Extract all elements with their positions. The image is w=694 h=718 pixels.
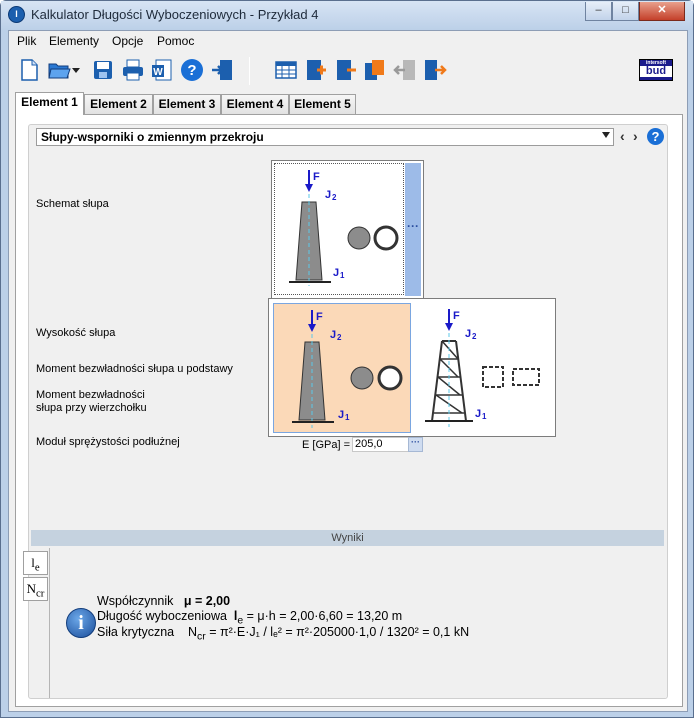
j1-subscript: 1 [482, 412, 487, 421]
j1-label: J [333, 267, 339, 279]
moment-wierzcholek-label-line2: słupa przy wierzchołku [36, 402, 147, 414]
wspolczynnik-value: μ = 2,00 [183, 594, 231, 608]
modul-unit-label: E [GPa] = [302, 439, 350, 451]
prev-button[interactable]: ‹ [620, 128, 625, 144]
moment-wierzcholek-label-line1: Moment bezwładności [36, 389, 145, 401]
exit-icon[interactable] [210, 58, 234, 82]
dropdown-arrow-icon [602, 132, 610, 138]
menu-plik[interactable]: Plik [17, 34, 36, 48]
force-label: F [316, 311, 323, 323]
j2-label: J [325, 189, 331, 201]
open-folder-icon[interactable] [47, 58, 71, 82]
element-group: Słupy-wsporniki o zmiennym przekroju ‹ ›… [23, 124, 668, 699]
sila-value: = π²·E·J₁ / lₑ² = π²·205000·1,0 / 1320² … [209, 625, 470, 639]
tab-ncr-main: N [26, 581, 36, 596]
new-file-icon[interactable] [17, 58, 41, 82]
wspolczynnik-label: Współczynnik [97, 594, 174, 608]
remove-element-icon[interactable] [333, 58, 357, 82]
svg-text:W: W [153, 67, 163, 78]
menu-opcje[interactable]: Opcje [112, 34, 143, 48]
toolbar-separator [249, 57, 250, 85]
back-icon[interactable] [393, 58, 417, 82]
tapered-column-diagram: F J 2 J 1 [289, 170, 399, 286]
save-icon[interactable] [91, 58, 115, 82]
j2-label: J [465, 328, 471, 340]
forward-icon[interactable] [423, 58, 447, 82]
results-header: Wyniki [31, 530, 664, 546]
j2-subscript: 2 [472, 332, 477, 341]
dlugosc-value: = μ·h = 2,00·6,60 = 13,20 m [243, 609, 403, 623]
schemat-label: Schemat słupa [36, 198, 109, 210]
menu-bar: Plik Elementy Opcje Pomoc [9, 31, 687, 51]
j2-label: J [330, 329, 336, 341]
tab-element-4[interactable]: Element 4 [221, 94, 289, 114]
table-icon[interactable] [274, 58, 298, 82]
result-dlugosc: Długość wyboczeniowa le = μ·h = 2,00·6,6… [97, 609, 402, 627]
results-panel: i Współczynnik μ = 2,00 Długość wyboczen… [49, 548, 666, 698]
solid-column-diagram: F J 2 J 1 [292, 310, 403, 428]
j1-subscript: 1 [340, 271, 345, 280]
window-title: Kalkulator Długości Wyboczeniowych - Prz… [31, 7, 319, 22]
dlugosc-label: Długość wyboczeniowa [97, 609, 227, 623]
element-tabs: Element 1 Element 2 Element 3 Element 4 … [15, 92, 685, 115]
tab-element-3[interactable]: Element 3 [153, 94, 221, 114]
toolbar: W ? intersoft bud [9, 52, 687, 90]
sila-symbol: N [188, 625, 198, 639]
print-icon[interactable] [121, 58, 145, 82]
element-type-value: Słupy-wsporniki o zmiennym przekroju [41, 130, 264, 144]
result-sila: Siła krytyczna Ncr = π²·E·J₁ / lₑ² = π²·… [97, 625, 469, 643]
chevron-down-icon[interactable] [72, 68, 80, 74]
scheme-options-popup: F J 2 J 1 F J 2 J 1 [268, 298, 556, 437]
add-element-icon[interactable] [303, 58, 327, 82]
copy-element-icon[interactable] [363, 58, 387, 82]
scheme-preview: F J 2 J 1 [274, 163, 404, 295]
tab-ncr[interactable]: Ncr [23, 577, 48, 601]
svg-text:?: ? [187, 62, 196, 79]
tab-element-1[interactable]: Element 1 [15, 92, 84, 115]
element-type-select[interactable]: Słupy-wsporniki o zmiennym przekroju [36, 128, 614, 146]
sila-label: Siła krytyczna [97, 625, 175, 639]
export-word-icon[interactable]: W [150, 58, 174, 82]
tab-panel: Słupy-wsporniki o zmiennym przekroju ‹ ›… [15, 114, 683, 707]
client-area: Plik Elementy Opcje Pomoc W ? intersoft … [8, 30, 688, 712]
sila-subscript: cr [197, 631, 206, 643]
wysokosc-label: Wysokość słupa [36, 327, 116, 339]
next-button[interactable]: › [633, 128, 638, 144]
help-icon[interactable]: ? [647, 128, 664, 145]
j1-label: J [338, 409, 344, 421]
application-window: l Kalkulator Długości Wyboczeniowych - P… [0, 0, 694, 718]
tab-element-5[interactable]: Element 5 [289, 94, 356, 114]
lattice-column-diagram: F J 2 J 1 [425, 309, 540, 427]
scheme-option-lattice[interactable]: F J 2 J 1 [413, 303, 551, 433]
j1-subscript: 1 [345, 413, 350, 422]
moment-podstawa-label: Moment bezwładności słupa u podstawy [36, 363, 233, 375]
scheme-option-solid[interactable]: F J 2 J 1 [273, 303, 411, 433]
menu-elementy[interactable]: Elementy [49, 34, 99, 48]
logo-bud-text: bud [640, 66, 672, 77]
j2-subscript: 2 [337, 333, 342, 342]
intersoft-logo: intersoft bud [639, 59, 673, 81]
modul-label: Moduł sprężystości podłużnej [36, 436, 180, 448]
j2-subscript: 2 [332, 193, 337, 202]
help-icon[interactable]: ? [180, 58, 204, 82]
scheme-selector[interactable]: F J 2 J 1 ··· [271, 160, 424, 299]
result-wspolczynnik: Współczynnik μ = 2,00 [97, 594, 230, 608]
tab-le-sub: e [34, 561, 40, 574]
j1-label: J [475, 408, 481, 420]
tab-element-2[interactable]: Element 2 [84, 94, 153, 114]
force-label: F [313, 171, 320, 183]
scheme-more-button[interactable]: ··· [405, 163, 421, 296]
app-icon: l [8, 6, 25, 23]
modul-input[interactable]: 205,0 [352, 437, 412, 452]
close-button[interactable]: ✕ [639, 2, 685, 21]
minimize-button[interactable]: – [585, 2, 612, 21]
force-label: F [453, 310, 460, 322]
tab-ncr-sub: cr [35, 587, 45, 600]
menu-pomoc[interactable]: Pomoc [157, 34, 194, 48]
modul-more-button[interactable]: ··· [408, 437, 423, 452]
title-bar[interactable]: l Kalkulator Długości Wyboczeniowych - P… [1, 1, 693, 30]
info-icon: i [66, 608, 96, 638]
tab-le[interactable]: le [23, 551, 48, 575]
maximize-button[interactable]: □ [612, 2, 639, 21]
